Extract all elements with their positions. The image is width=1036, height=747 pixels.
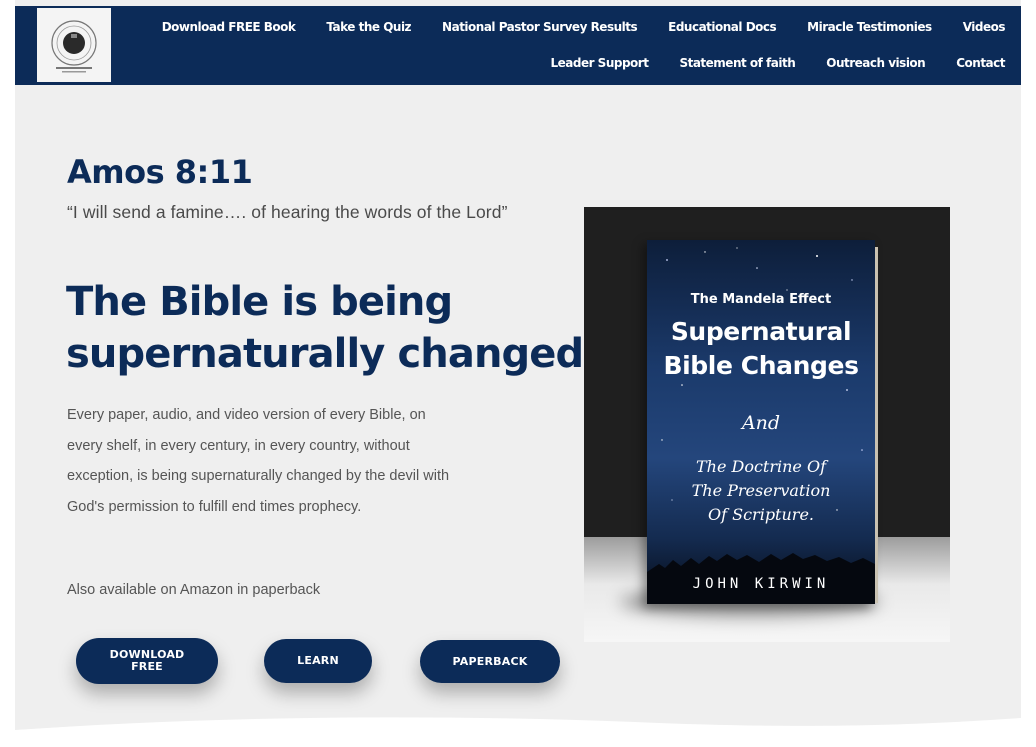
bottom-wave-divider — [15, 717, 1021, 747]
amazon-availability-note: Also available on Amazon in paperback — [67, 582, 321, 598]
page: Download FREE Book Take the Quiz Nationa… — [15, 0, 1021, 747]
nav-videos[interactable]: Videos — [963, 20, 1006, 34]
nav-contact[interactable]: Contact — [956, 56, 1005, 70]
book-subtitle-line-3: Of Scripture. — [708, 505, 814, 524]
hero-body-text: Every paper, audio, and video version of… — [67, 407, 450, 515]
nav-row-secondary: Leader Support Statement of faith Outrea… — [519, 56, 1005, 70]
book-author: JOHN KIRWIN — [692, 576, 830, 592]
book-main-title: Supernatural Bible Changes — [647, 315, 875, 383]
download-free-button[interactable]: DOWNLOAD FREE — [76, 638, 218, 684]
nav-row-primary: Download FREE Book Take the Quiz Nationa… — [131, 20, 1006, 34]
nav-leader-support[interactable]: Leader Support — [550, 56, 648, 70]
verse-quote: “I will send a famine…. of hearing the w… — [67, 202, 508, 222]
paperback-button[interactable]: PAPERBACK — [420, 640, 560, 683]
learn-button[interactable]: LEARN — [264, 639, 372, 683]
book-subtitle-line-2: The Preservation — [691, 481, 831, 500]
verse-reference: Amos 8:11 — [67, 153, 253, 191]
learn-button-label: LEARN — [297, 654, 339, 667]
seal-icon — [51, 20, 97, 73]
book-front-cover: The Mandela Effect Supernatural Bible Ch… — [647, 240, 875, 604]
nav-educational-docs[interactable]: Educational Docs — [668, 20, 777, 34]
treeline-silhouette-icon — [647, 553, 875, 604]
site-header: Download FREE Book Take the Quiz Nationa… — [15, 6, 1021, 85]
book-subtitle: The Doctrine Of The Preservation Of Scri… — [657, 455, 865, 527]
book-and-label: And — [741, 412, 781, 434]
nav-statement-of-faith[interactable]: Statement of faith — [679, 56, 795, 70]
site-logo[interactable] — [37, 8, 111, 82]
nav-take-the-quiz[interactable]: Take the Quiz — [326, 20, 411, 34]
nav-miracle-testimonies[interactable]: Miracle Testimonies — [807, 20, 932, 34]
book-title-line-1: Supernatural — [670, 317, 852, 346]
book-series-title: The Mandela Effect — [690, 292, 832, 307]
hero-headline: The Bible is being supernaturally change… — [66, 279, 584, 377]
book-subtitle-line-1: The Doctrine Of — [695, 457, 827, 476]
download-free-button-label: DOWNLOAD FREE — [109, 648, 185, 673]
book-cover-image: The Mandela Effect Supernatural Bible Ch… — [584, 207, 950, 642]
book-title-line-2: Bible Changes — [663, 351, 859, 380]
nav-outreach-vision[interactable]: Outreach vision — [826, 56, 925, 70]
nav-pastor-survey-results[interactable]: National Pastor Survey Results — [442, 20, 638, 34]
nav-download-free-book[interactable]: Download FREE Book — [162, 20, 296, 34]
paperback-button-label: PAPERBACK — [452, 654, 528, 668]
